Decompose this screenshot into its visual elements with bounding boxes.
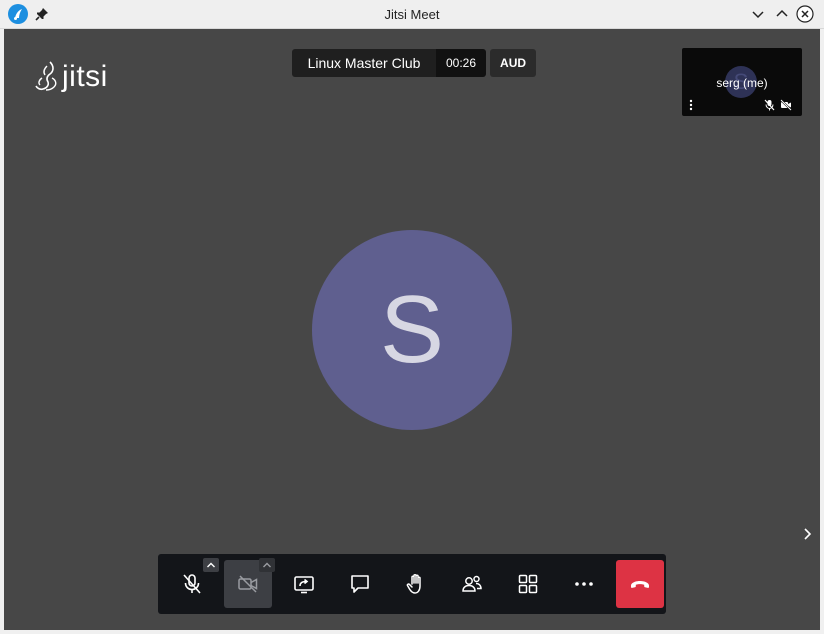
minimize-button[interactable] (749, 5, 767, 23)
participants-icon (462, 575, 482, 592)
camera-off-icon (780, 98, 792, 111)
meeting-timer: 00:26 (436, 49, 487, 77)
chat-button[interactable] (336, 560, 384, 608)
conference-stage: jitsi Linux Master Club 00:26 AUD S serg… (4, 29, 820, 630)
jitsi-logo-icon (35, 61, 57, 91)
microphone-options-button[interactable] (203, 558, 219, 572)
meeting-subject: Linux Master Club (292, 49, 436, 77)
maximize-button[interactable] (773, 5, 791, 23)
participants-button[interactable] (448, 560, 496, 608)
close-button[interactable] (796, 5, 814, 23)
thumbnail-menu-icon[interactable] (687, 98, 695, 111)
chevron-down-icon (752, 11, 764, 19)
tile-view-icon (518, 574, 538, 594)
more-actions-button[interactable] (560, 560, 608, 608)
camera-off-icon (238, 575, 258, 593)
raise-hand-button[interactable] (392, 560, 440, 608)
tile-view-button[interactable] (504, 560, 552, 608)
meeting-info: Linux Master Club 00:26 AUD (292, 49, 537, 77)
hang-up-button[interactable] (616, 560, 664, 608)
local-participant-name: serg (me) (716, 76, 768, 90)
participant-avatar: S (312, 230, 512, 430)
microphone-muted-icon (764, 98, 775, 111)
microphone-muted-icon (183, 574, 201, 594)
chevron-right-icon[interactable] (801, 526, 815, 542)
title-bar: Jitsi Meet (0, 0, 824, 29)
chevron-up-icon (776, 9, 788, 17)
local-video-thumbnail[interactable]: S serg (me) (682, 48, 802, 116)
hangup-icon (631, 581, 649, 588)
raise-hand-icon (406, 574, 421, 594)
chat-icon (351, 575, 369, 593)
conference-toolbar (158, 554, 666, 614)
chevron-up-icon (207, 562, 215, 568)
app-window: Jitsi Meet jitsi Linux Master Club 00:26… (0, 0, 824, 634)
chevron-up-icon (263, 562, 271, 568)
share-screen-icon (294, 576, 314, 594)
share-screen-button[interactable] (280, 560, 328, 608)
camera-options-button[interactable] (259, 558, 275, 572)
logo-text: jitsi (62, 60, 108, 93)
jitsi-logo[interactable]: jitsi (34, 59, 108, 95)
window-title: Jitsi Meet (384, 7, 440, 22)
close-icon (796, 5, 814, 23)
video-quality-badge[interactable]: AUD (490, 49, 537, 77)
more-icon (575, 582, 593, 586)
